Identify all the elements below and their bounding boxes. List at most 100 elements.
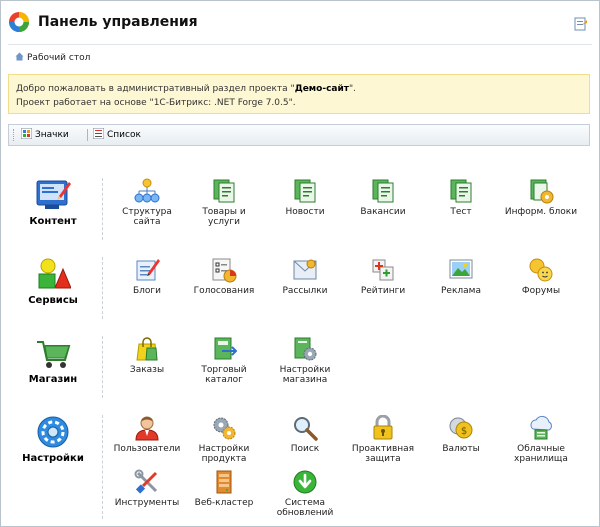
item-forums[interactable]: Форумы xyxy=(502,257,580,296)
item-shop-settings[interactable]: Настройки магазина xyxy=(266,336,344,385)
forums-label: Форумы xyxy=(521,286,561,296)
bitrix-logo-icon xyxy=(9,12,29,32)
info-blocks-label: Информ. блоки xyxy=(504,207,578,217)
settings-category-label: Настройки xyxy=(22,453,84,464)
list-view-icon xyxy=(93,128,104,139)
svg-text:$: $ xyxy=(461,426,467,437)
item-blogs[interactable]: Блоги xyxy=(108,257,186,296)
item-orders[interactable]: Заказы xyxy=(108,336,186,375)
content-category-label: Контент xyxy=(29,216,77,227)
notice-text: Добро пожаловать в административный разд… xyxy=(16,84,295,94)
advertising-label: Реклама xyxy=(441,286,481,296)
ratings-label: Рейтинги xyxy=(360,286,406,296)
site-structure-label: Структура сайта xyxy=(122,207,172,227)
item-vacancies[interactable]: Вакансии xyxy=(344,178,422,217)
section-divider xyxy=(102,257,103,319)
votes-label: Голосования xyxy=(193,286,255,296)
item-products-services[interactable]: Товары и услуги xyxy=(185,178,263,227)
header-divider xyxy=(8,44,592,45)
currencies-icon: $ xyxy=(449,417,473,439)
breadcrumb-home-link[interactable]: Рабочий стол xyxy=(27,53,90,63)
products-services-icon xyxy=(213,179,235,203)
section-divider xyxy=(102,178,103,240)
cloud-storage-label: Облачные хранилища xyxy=(514,444,568,464)
item-info-blocks[interactable]: Информ. блоки xyxy=(502,178,580,217)
test-label: Тест xyxy=(450,207,472,217)
notice-text: ". xyxy=(349,84,357,94)
web-cluster-label: Веб-кластер xyxy=(194,498,254,508)
home-icon xyxy=(15,52,24,61)
test-icon xyxy=(450,179,472,203)
welcome-notice: Добро пожаловать в административный разд… xyxy=(8,74,590,114)
category-services[interactable]: Сервисы xyxy=(8,257,98,306)
list-view-button[interactable]: Список xyxy=(93,128,141,142)
settings-toggle-icon[interactable] xyxy=(574,17,588,31)
section-divider xyxy=(102,415,103,519)
item-proactive-protection[interactable]: Проактивная защита xyxy=(344,415,422,464)
item-ratings[interactable]: Рейтинги xyxy=(344,257,422,296)
orders-label: Заказы xyxy=(129,365,165,375)
trade-catalog-label: Торговый каталог xyxy=(201,365,247,385)
forums-icon xyxy=(529,258,553,282)
icons-view-label: Значки xyxy=(35,130,69,140)
advertising-icon xyxy=(449,259,473,279)
notice-line-1: Добро пожаловать в административный разд… xyxy=(16,82,589,96)
search-label: Поиск xyxy=(290,444,320,454)
notice-line-2: Проект работает на основе "1С-Битрикс: .… xyxy=(16,98,296,108)
vacancies-icon xyxy=(372,179,394,203)
update-system-label: Система обновлений xyxy=(276,498,334,518)
item-search[interactable]: Поиск xyxy=(266,415,344,454)
products-services-label: Товары и услуги xyxy=(202,207,246,227)
content-category-icon xyxy=(36,180,71,209)
icons-view-button[interactable]: Значки xyxy=(21,128,69,142)
item-product-settings[interactable]: Настройки продукта xyxy=(185,415,263,464)
cloud-storage-icon xyxy=(530,415,552,440)
item-test[interactable]: Тест xyxy=(422,178,500,217)
news-label: Новости xyxy=(285,207,325,217)
users-label: Пользователи xyxy=(113,444,181,454)
item-web-cluster[interactable]: Веб-кластер xyxy=(185,469,263,508)
category-shop[interactable]: Магазин xyxy=(8,336,98,385)
tools-icon xyxy=(134,469,158,494)
lock-icon xyxy=(373,415,393,440)
page-title: Панель управления xyxy=(38,14,198,30)
project-name: Демо-сайт xyxy=(294,84,350,94)
orders-icon xyxy=(136,337,158,361)
toolbar-separator xyxy=(87,129,88,141)
item-news[interactable]: Новости xyxy=(266,178,344,217)
settings-category-icon xyxy=(37,416,69,448)
item-update-system[interactable]: Система обновлений xyxy=(266,469,344,518)
site-structure-icon xyxy=(134,178,160,203)
product-settings-icon xyxy=(213,417,236,440)
blogs-icon xyxy=(136,259,160,281)
breadcrumb: Рабочий стол xyxy=(15,52,90,63)
shop-category-label: Магазин xyxy=(28,374,78,385)
vacancies-label: Вакансии xyxy=(360,207,406,217)
item-site-structure[interactable]: Структура сайта xyxy=(108,178,186,227)
category-content[interactable]: Контент xyxy=(8,178,98,227)
shop-category-icon xyxy=(37,341,71,368)
shop-settings-label: Настройки магазина xyxy=(279,365,331,385)
item-currencies[interactable]: $ Валюты xyxy=(422,415,500,454)
item-mailings[interactable]: Рассылки xyxy=(266,257,344,296)
icons-view-icon xyxy=(21,128,32,139)
info-blocks-icon xyxy=(530,179,554,204)
shop-settings-icon xyxy=(294,337,317,361)
product-settings-label: Настройки продукта xyxy=(198,444,250,464)
services-category-label: Сервисы xyxy=(28,295,78,306)
item-cloud-storage[interactable]: Облачные хранилища xyxy=(502,415,580,464)
news-icon xyxy=(294,179,316,203)
services-category-icon xyxy=(38,258,71,289)
search-icon xyxy=(294,417,318,441)
category-settings[interactable]: Настройки xyxy=(8,415,98,464)
section-divider xyxy=(102,336,103,398)
item-advertising[interactable]: Реклама xyxy=(422,257,500,296)
item-tools[interactable]: Инструменты xyxy=(108,469,186,508)
update-download-icon xyxy=(293,470,317,494)
tools-label: Инструменты xyxy=(114,498,180,508)
blogs-label: Блоги xyxy=(132,286,161,296)
item-trade-catalog[interactable]: Торговый каталог xyxy=(185,336,263,385)
item-votes[interactable]: Голосования xyxy=(185,257,263,296)
item-users[interactable]: Пользователи xyxy=(108,415,186,454)
trade-catalog-icon xyxy=(214,337,237,360)
